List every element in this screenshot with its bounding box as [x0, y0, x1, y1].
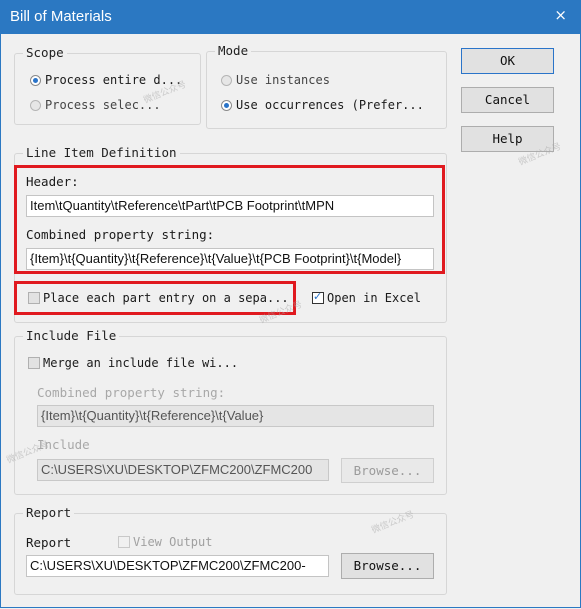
view-output-label: View Output	[133, 535, 213, 549]
include-combined-input: {Item}\t{Quantity}\t{Reference}\t{Value}	[37, 405, 434, 427]
checkbox-checked-icon	[312, 290, 324, 304]
merge-include-label: Merge an include file wi...	[43, 356, 239, 370]
include-combined-label: Combined property string:	[37, 385, 226, 400]
use-occurrences-radio[interactable]: Use occurrences (Prefer...	[221, 98, 424, 112]
checkbox-unchecked-icon	[118, 536, 130, 548]
header-label: Header:	[26, 174, 79, 189]
report-path-input[interactable]: C:\USERS\XU\DESKTOP\ZFMC200\ZFMC200-	[26, 555, 329, 577]
scope-group: Scope	[14, 45, 201, 125]
process-entire-radio[interactable]: Process entire d...	[30, 73, 182, 87]
report-browse-button[interactable]: Browse...	[341, 553, 434, 579]
scope-legend: Scope	[23, 45, 67, 60]
ok-button[interactable]: OK	[461, 48, 554, 74]
report-label: Report	[26, 535, 72, 550]
close-icon[interactable]: ×	[554, 6, 567, 24]
include-browse-button[interactable]: Browse...	[341, 458, 434, 483]
radio-selected-icon	[30, 74, 41, 86]
place-each-checkbox[interactable]: Place each part entry on a sepa...	[28, 291, 289, 305]
radio-selected-icon	[221, 99, 232, 111]
include-path-input: C:\USERS\XU\DESKTOP\ZFMC200\ZFMC200	[37, 459, 329, 481]
use-instances-radio[interactable]: Use instances	[221, 73, 330, 87]
combined-property-label: Combined property string:	[26, 227, 215, 242]
mode-legend: Mode	[215, 43, 252, 58]
use-occurrences-label: Use occurrences (Prefer...	[236, 98, 424, 112]
process-selection-label: Process selec...	[45, 98, 161, 112]
open-in-excel-label: Open in Excel	[327, 291, 421, 305]
window-title: Bill of Materials	[10, 8, 112, 25]
open-in-excel-checkbox[interactable]: Open in Excel	[312, 290, 421, 305]
include-label: Include	[37, 437, 90, 452]
title-bar: Bill of Materials ×	[0, 0, 581, 34]
radio-unselected-icon	[221, 74, 232, 86]
view-output-checkbox[interactable]: View Output	[118, 535, 212, 549]
checkbox-unchecked-icon	[28, 357, 40, 369]
mode-group: Mode	[206, 43, 447, 129]
use-instances-label: Use instances	[236, 73, 330, 87]
report-legend: Report	[23, 505, 75, 520]
process-entire-label: Process entire d...	[45, 73, 183, 87]
line-item-legend: Line Item Definition	[23, 145, 180, 160]
place-each-label: Place each part entry on a sepa...	[43, 291, 289, 305]
help-button[interactable]: Help	[461, 126, 554, 152]
merge-include-checkbox[interactable]: Merge an include file wi...	[28, 356, 238, 370]
cancel-button[interactable]: Cancel	[461, 87, 554, 113]
combined-property-input[interactable]: {Item}\t{Quantity}\t{Reference}\t{Value}…	[26, 248, 434, 270]
checkbox-unchecked-icon	[28, 292, 40, 304]
radio-unselected-icon	[30, 99, 41, 111]
include-file-legend: Include File	[23, 328, 120, 343]
header-input[interactable]: Item\tQuantity\tReference\tPart\tPCB Foo…	[26, 195, 434, 217]
process-selection-radio[interactable]: Process selec...	[30, 98, 161, 112]
